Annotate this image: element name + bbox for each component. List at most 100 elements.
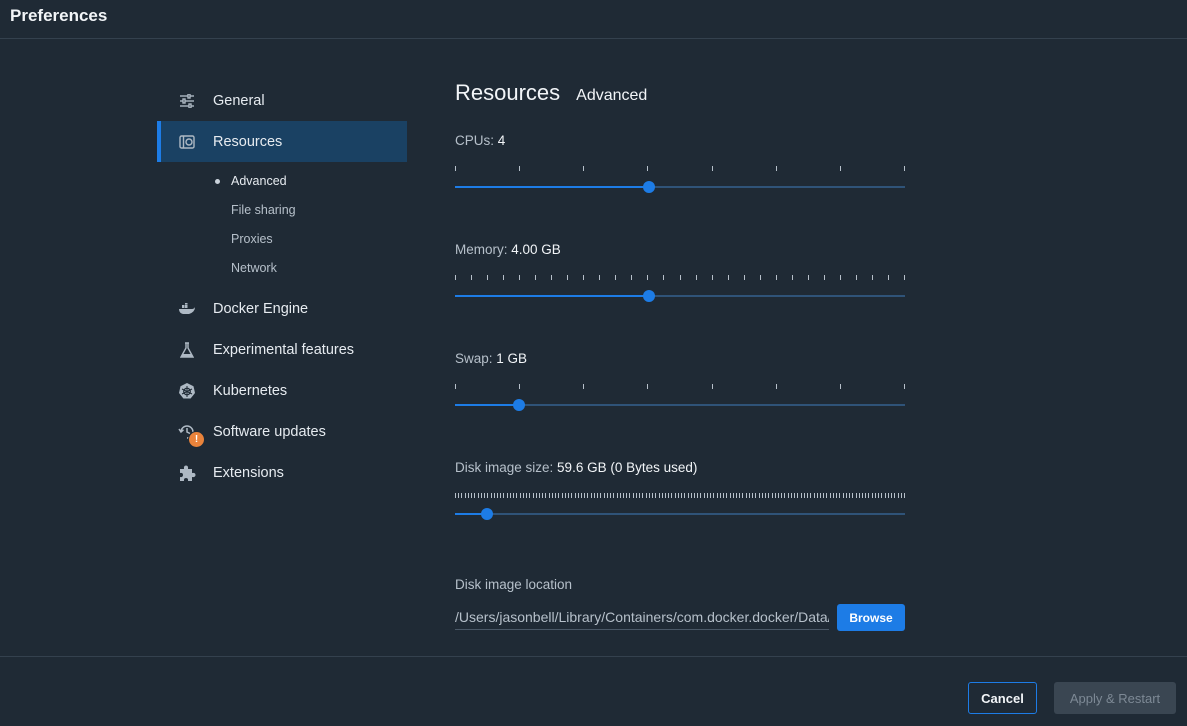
preferences-window: Preferences General Resources Advanced F… bbox=[0, 0, 1187, 726]
slider-tick bbox=[736, 493, 737, 498]
slider-tick bbox=[494, 493, 495, 498]
panel-heading: Resources Advanced bbox=[455, 80, 905, 106]
slider-tick bbox=[655, 493, 656, 498]
slider-tick bbox=[503, 493, 504, 498]
slider-tick bbox=[694, 493, 695, 498]
footer-bar: Cancel Apply & Restart bbox=[0, 656, 1187, 726]
cpus-slider-thumb[interactable] bbox=[642, 181, 655, 193]
sidebar-item-extensions[interactable]: Extensions bbox=[157, 452, 407, 493]
slider-tick bbox=[500, 493, 501, 498]
slider-tick bbox=[833, 493, 834, 498]
slider-tick bbox=[597, 493, 598, 498]
slider-tick bbox=[642, 493, 643, 498]
slider-tick bbox=[646, 493, 647, 498]
sidebar-item-label: Experimental features bbox=[213, 341, 355, 358]
active-dot bbox=[215, 179, 220, 184]
slider-tick bbox=[749, 493, 750, 498]
disk-size-track[interactable] bbox=[455, 513, 905, 515]
sidebar-item-general[interactable]: General bbox=[157, 80, 407, 121]
subnav-label: Network bbox=[231, 260, 277, 275]
slider-tick bbox=[728, 275, 729, 280]
sidebar-item-kubernetes[interactable]: Kubernetes bbox=[157, 370, 407, 411]
slider-tick bbox=[491, 493, 492, 498]
sidebar-item-software-updates[interactable]: ! Software updates bbox=[157, 411, 407, 452]
sidebar-item-experimental-features[interactable]: Experimental features bbox=[157, 329, 407, 370]
slider-tick bbox=[523, 493, 524, 498]
sidebar: General Resources Advanced File sharing … bbox=[157, 80, 407, 493]
resources-panel: Resources Advanced CPUs: 4 Memory: 4.00 … bbox=[455, 80, 905, 631]
subnav-label: Advanced bbox=[231, 173, 287, 188]
disk-location-input[interactable] bbox=[455, 604, 829, 630]
slider-tick bbox=[888, 493, 889, 498]
slider-tick bbox=[700, 493, 701, 498]
slider-tick bbox=[478, 493, 479, 498]
slider-tick bbox=[791, 493, 792, 498]
slider-tick bbox=[581, 493, 582, 498]
slider-tick bbox=[471, 493, 472, 498]
slider-tick bbox=[759, 493, 760, 498]
slider-tick bbox=[704, 493, 705, 498]
slider-tick bbox=[663, 275, 664, 280]
subnav-item-file-sharing[interactable]: File sharing bbox=[157, 195, 407, 224]
slider-tick bbox=[712, 166, 713, 171]
slider-tick bbox=[775, 493, 776, 498]
slider-tick bbox=[710, 493, 711, 498]
slider-tick bbox=[723, 493, 724, 498]
slider-tick bbox=[713, 493, 714, 498]
page-subtitle: Advanced bbox=[576, 87, 648, 104]
memory-setting: Memory: 4.00 GB bbox=[455, 242, 905, 302]
resources-subnav: Advanced File sharing Proxies Network bbox=[157, 162, 407, 288]
slider-tick bbox=[840, 166, 841, 171]
subnav-item-network[interactable]: Network bbox=[157, 253, 407, 282]
slider-tick bbox=[671, 493, 672, 498]
slider-tick bbox=[604, 493, 605, 498]
disk-size-ticks bbox=[455, 493, 905, 499]
slider-tick bbox=[688, 493, 689, 498]
subnav-item-advanced[interactable]: Advanced bbox=[157, 166, 407, 195]
disk-size-slider-thumb[interactable] bbox=[480, 508, 493, 520]
slider-tick bbox=[652, 493, 653, 498]
swap-label-text: Swap: bbox=[455, 351, 493, 366]
slider-tick bbox=[584, 493, 585, 498]
swap-slider-thumb[interactable] bbox=[513, 399, 526, 411]
sidebar-item-label: Software updates bbox=[213, 423, 326, 440]
slider-tick bbox=[804, 493, 805, 498]
slider-tick bbox=[904, 493, 905, 498]
sidebar-item-resources[interactable]: Resources bbox=[157, 121, 407, 162]
sidebar-item-docker-engine[interactable]: Docker Engine bbox=[157, 288, 407, 329]
cancel-button[interactable]: Cancel bbox=[968, 682, 1037, 714]
slider-tick bbox=[840, 275, 841, 280]
disk-size-label: Disk image size: 59.6 GB (0 Bytes used) bbox=[455, 460, 905, 475]
memory-label: Memory: 4.00 GB bbox=[455, 242, 905, 257]
disk-size-value: 59.6 GB (0 Bytes used) bbox=[557, 460, 698, 475]
sidebar-item-label: Extensions bbox=[213, 464, 284, 481]
slider-tick bbox=[587, 493, 588, 498]
slider-tick bbox=[568, 493, 569, 498]
slider-tick bbox=[856, 275, 857, 280]
slider-tick bbox=[846, 493, 847, 498]
slider-tick bbox=[843, 493, 844, 498]
slider-tick bbox=[778, 493, 779, 498]
slider-tick bbox=[468, 493, 469, 498]
slider-tick bbox=[481, 493, 482, 498]
slider-tick bbox=[484, 493, 485, 498]
slider-tick bbox=[497, 493, 498, 498]
disk-location-label: Disk image location bbox=[455, 577, 573, 592]
slider-tick bbox=[613, 493, 614, 498]
slider-tick bbox=[865, 493, 866, 498]
memory-slider-thumb[interactable] bbox=[642, 290, 655, 302]
slider-tick bbox=[567, 275, 568, 280]
update-clock-icon: ! bbox=[177, 422, 205, 448]
slider-tick bbox=[458, 493, 459, 498]
slider-tick bbox=[620, 493, 621, 498]
slider-tick bbox=[615, 275, 616, 280]
browse-button[interactable]: Browse bbox=[837, 604, 905, 631]
apply-restart-button[interactable]: Apply & Restart bbox=[1054, 682, 1176, 714]
slider-tick bbox=[610, 493, 611, 498]
slider-tick bbox=[717, 493, 718, 498]
slider-tick bbox=[781, 493, 782, 498]
slider-tick bbox=[801, 493, 802, 498]
subnav-item-proxies[interactable]: Proxies bbox=[157, 224, 407, 253]
swap-fill bbox=[455, 404, 520, 406]
slider-tick bbox=[720, 493, 721, 498]
